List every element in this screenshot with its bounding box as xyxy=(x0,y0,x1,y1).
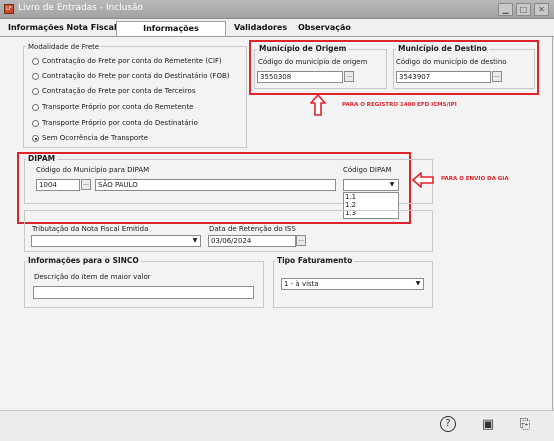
tab-validadores[interactable]: Validadores xyxy=(230,21,291,36)
arrow-left-icon xyxy=(412,172,434,188)
destino-field-label: Código do município de destino xyxy=(396,58,507,66)
faturamento-group-title: Tipo Faturamento xyxy=(275,256,355,265)
frete-radio-2[interactable] xyxy=(32,88,39,95)
retencao-date-button[interactable]: ... xyxy=(296,235,306,246)
sinco-field-label: Descrição do item de maior valor xyxy=(34,273,151,281)
tab-informacoes-adicionais[interactable]: Informações Adicionais xyxy=(116,21,226,47)
chevron-down-icon[interactable]: ▼ xyxy=(387,180,397,190)
close-button[interactable]: ✕ xyxy=(534,3,549,16)
frete-radio-4[interactable] xyxy=(32,120,39,127)
sinco-group xyxy=(24,261,264,308)
tributacao-label: Tributação da Nota Fiscal Emitida xyxy=(32,225,149,233)
chevron-down-icon[interactable]: ▼ xyxy=(190,236,200,246)
origem-lookup-button[interactable]: ... xyxy=(344,71,354,82)
help-icon[interactable]: ? xyxy=(440,416,456,432)
origem-group xyxy=(254,49,387,89)
sinco-descricao-input[interactable] xyxy=(33,286,254,299)
destino-group-title: Município de Destino xyxy=(396,44,489,53)
tributacao-select[interactable] xyxy=(31,235,201,247)
frete-radio-3[interactable] xyxy=(32,104,39,111)
footer-bar xyxy=(0,410,554,441)
destino-input[interactable]: 3543907 xyxy=(396,71,491,83)
frete-radio-0[interactable] xyxy=(32,58,39,65)
destino-group xyxy=(393,49,535,89)
tab-observacao[interactable]: Observação xyxy=(294,21,355,36)
faturamento-select[interactable]: 1 - à vista xyxy=(281,278,424,290)
dipam-group-title: DIPAM xyxy=(26,154,58,163)
tab-informacoes-nota-fiscal[interactable]: Informações Nota Fiscal xyxy=(4,21,121,36)
arrow-up-icon xyxy=(310,94,326,116)
dipam-codigo-option[interactable]: 1.1 xyxy=(345,193,356,201)
exit-icon[interactable]: ⎘ xyxy=(516,416,534,434)
frete-option-label: Contratação do Frete por conta do Remete… xyxy=(42,57,222,65)
frete-radio-1[interactable] xyxy=(32,73,39,80)
app-icon: LF xyxy=(4,4,14,14)
frete-group-title: Modalidade de Frete xyxy=(26,43,102,51)
dipam-municipio-label: Código do Município para DIPAM xyxy=(36,166,150,174)
frete-radio-5[interactable] xyxy=(32,135,39,142)
sinco-group-title: Informações para o SINCO xyxy=(26,256,141,265)
frete-option-label: Sem Ocorrência de Transporte xyxy=(42,134,149,142)
note-gia: PARA O ENVIO DA GIA xyxy=(441,176,509,182)
frete-option-label: Transporte Próprio por conta do Destinat… xyxy=(42,119,198,127)
window-title: Livro de Entradas - Inclusão xyxy=(18,3,144,13)
dipam-codigo-label: Código DIPAM xyxy=(343,166,392,174)
retencao-date-input[interactable]: 03/06/2024 xyxy=(208,235,296,247)
dipam-municipio-lookup-button[interactable]: ... xyxy=(81,179,91,190)
save-icon[interactable]: ▣ xyxy=(479,416,497,434)
dipam-codigo-option[interactable]: 1.2 xyxy=(345,201,356,209)
origem-field-label: Código do município de origem xyxy=(258,58,368,66)
destino-lookup-button[interactable]: ... xyxy=(492,71,502,82)
origem-group-title: Município de Origem xyxy=(257,44,349,53)
dipam-municipio-code-input[interactable]: 1004 xyxy=(36,179,80,191)
retencao-label: Data de Retenção do ISS xyxy=(209,225,296,233)
minimize-button[interactable]: ▁ xyxy=(498,3,513,16)
frete-option-label: Contratação do Frete por conta do Destin… xyxy=(42,72,230,80)
origem-input[interactable]: 3550308 xyxy=(257,71,343,83)
frete-option-label: Contratação do Frete por conta de Tercei… xyxy=(42,87,196,95)
dipam-municipio-name-input[interactable]: SÃO PAULO xyxy=(95,179,336,191)
note-registro: PARA O REGISTRO 1400 EFD ICMS/IPI xyxy=(342,102,457,108)
frete-option-label: Transporte Próprio por conta do Remetent… xyxy=(42,103,194,111)
maximize-button[interactable]: □ xyxy=(516,3,531,16)
chevron-down-icon[interactable]: ▼ xyxy=(413,279,423,289)
